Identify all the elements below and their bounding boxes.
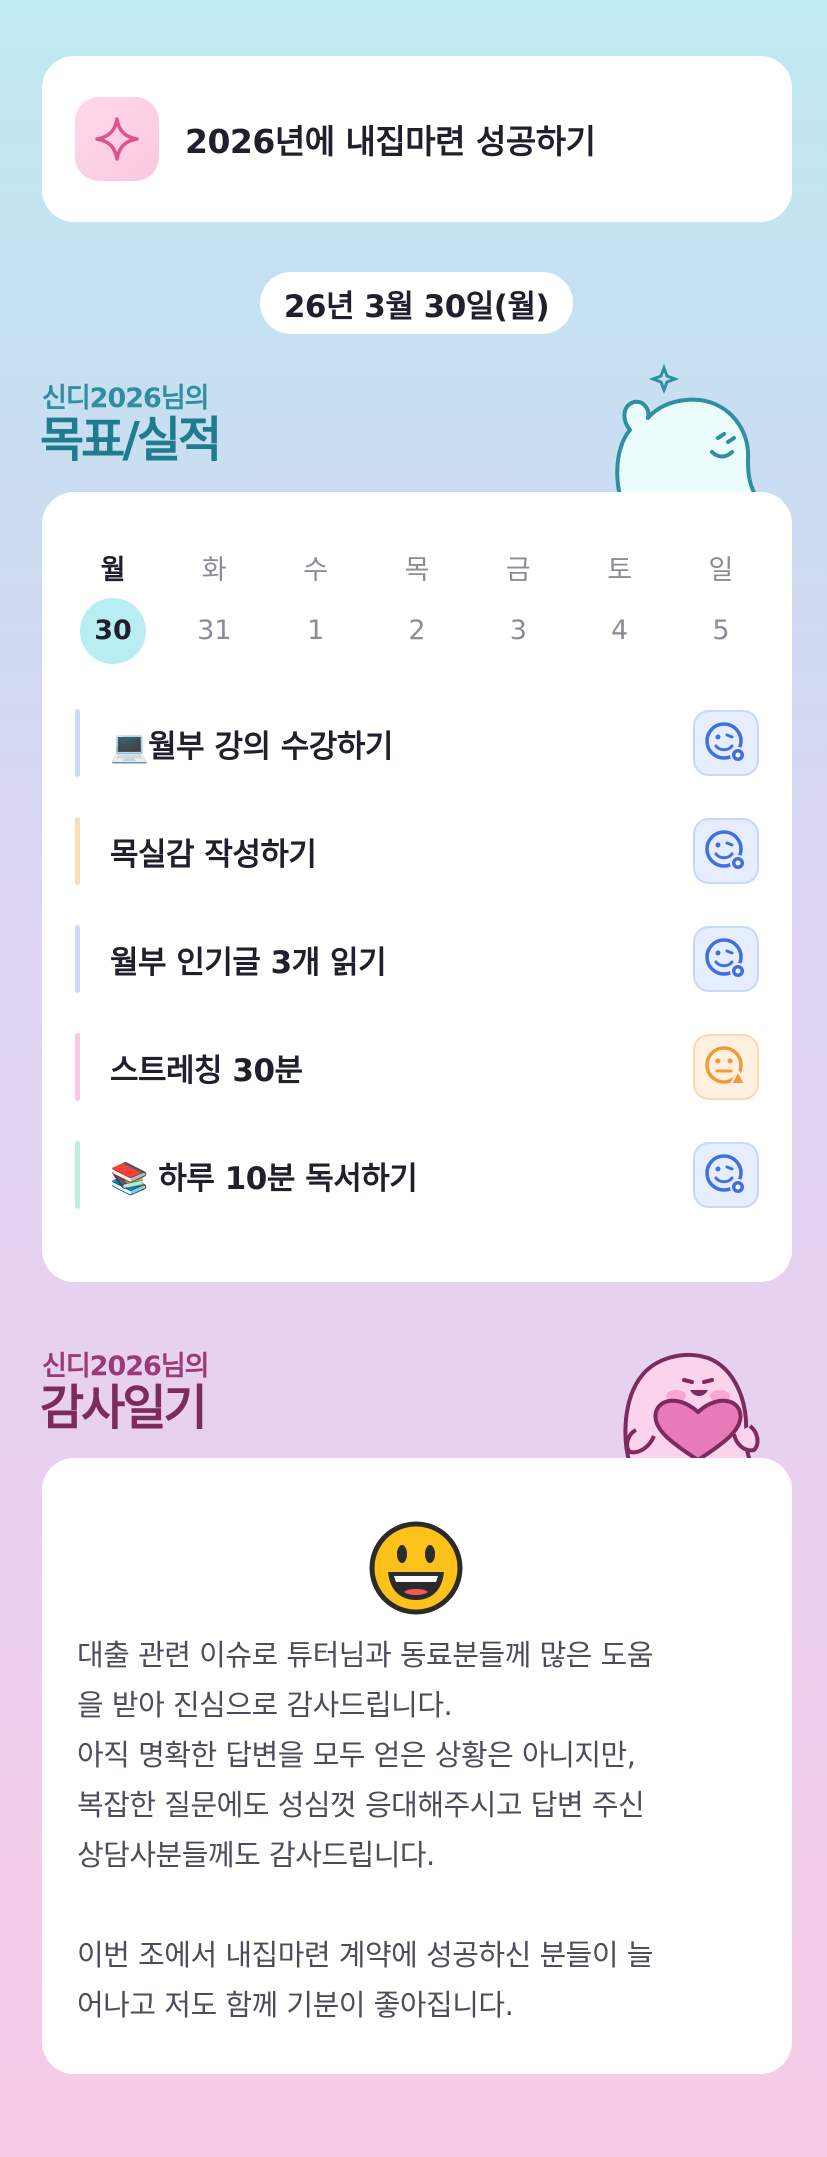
task-label: 월부 인기글 3개 읽기 — [110, 944, 387, 981]
diary-line: 을 받아 진심으로 감사드립니다. — [77, 1688, 453, 1722]
task-color-bar — [75, 709, 80, 777]
task-item[interactable]: 📚 하루 10분 독서하기 — [75, 1134, 759, 1216]
status-smile-icon[interactable] — [693, 1142, 759, 1208]
date-cell[interactable]: 2 — [384, 598, 450, 664]
task-color-bar — [75, 1141, 80, 1209]
sparkle-icon — [75, 97, 159, 181]
task-item[interactable]: 월부 인기글 3개 읽기 — [75, 918, 759, 1000]
weekday-label: 금 — [505, 555, 531, 586]
date-cell[interactable]: 5 — [688, 598, 754, 664]
diary-text: 대출 관련 이슈로 튜터님과 동료분들께 많은 도움 을 받아 진심으로 감사드… — [77, 1630, 767, 2030]
grinning-face-icon — [369, 1521, 463, 1615]
task-color-bar — [75, 1033, 80, 1101]
task-item[interactable]: 💻월부 강의 수강하기 — [75, 702, 759, 784]
laptop-icon: 💻 — [110, 728, 149, 765]
goals-title: 목표/실적 — [40, 412, 222, 468]
weekday-label: 월 — [100, 555, 126, 586]
task-color-bar — [75, 925, 80, 993]
date-cell[interactable]: 31 — [181, 598, 247, 664]
weekday-label: 목 — [404, 555, 430, 586]
date-row: 30 31 1 2 3 4 5 — [77, 598, 757, 664]
weekday-label: 일 — [708, 555, 734, 586]
date-cell[interactable]: 30 — [80, 598, 146, 664]
diary-line: 어나고 저도 함께 기분이 좋아집니다. — [77, 1988, 514, 2022]
gratitude-title: 감사일기 — [40, 1380, 208, 1436]
task-color-bar — [75, 817, 80, 885]
status-smile-icon[interactable] — [693, 818, 759, 884]
task-label: 하루 10분 독서하기 — [158, 1160, 418, 1197]
diary-line: 아직 명확한 답변을 모두 얻은 상황은 아니지만, — [77, 1738, 636, 1772]
task-label: 목실감 작성하기 — [110, 836, 317, 873]
status-smile-icon[interactable] — [693, 926, 759, 992]
task-text: 📚 하루 10분 독서하기 — [110, 1153, 693, 1198]
status-smile-icon[interactable] — [693, 710, 759, 776]
weekday-label: 수 — [303, 555, 329, 586]
date-label[interactable]: 26년 3월 30일(월) — [260, 272, 573, 334]
date-cell[interactable]: 3 — [485, 598, 551, 664]
goal-title: 2026년에 내집마련 성공하기 — [185, 122, 596, 161]
mascot-heart-icon — [623, 1352, 760, 1464]
diary-line: 이번 조에서 내집마련 계약에 성공하신 분들이 늘 — [77, 1938, 653, 1972]
diary-line: 대출 관련 이슈로 튜터님과 동료분들께 많은 도움 — [77, 1638, 653, 1672]
task-item[interactable]: 목실감 작성하기 — [75, 810, 759, 892]
date-cell[interactable]: 4 — [587, 598, 653, 664]
weekday-label: 화 — [201, 555, 227, 586]
task-item[interactable]: 스트레칭 30분 — [75, 1026, 759, 1108]
task-label: 월부 강의 수강하기 — [148, 728, 393, 765]
date-cell[interactable]: 1 — [283, 598, 349, 664]
gratitude-diary-card: 대출 관련 이슈로 튜터님과 동료분들께 많은 도움 을 받아 진심으로 감사드… — [42, 1458, 792, 2074]
task-label: 스트레칭 30분 — [110, 1052, 303, 1089]
goals-card: 월 화 수 목 금 토 일 30 31 1 2 3 4 5 💻월부 강의 수강하… — [42, 492, 792, 1282]
weekday-label: 토 — [607, 555, 633, 586]
goal-card[interactable]: 2026년에 내집마련 성공하기 — [42, 56, 792, 222]
books-icon: 📚 — [110, 1160, 149, 1197]
diary-line: 상담사분들께도 감사드립니다. — [77, 1838, 435, 1872]
mascot-ghost-icon — [615, 363, 758, 496]
status-warning-face-icon[interactable] — [693, 1034, 759, 1100]
diary-line: 복잡한 질문에도 성심껏 응대해주시고 답변 주신 — [77, 1788, 645, 1822]
weekday-row: 월 화 수 목 금 토 일 — [77, 548, 757, 587]
task-text: 💻월부 강의 수강하기 — [110, 721, 693, 766]
